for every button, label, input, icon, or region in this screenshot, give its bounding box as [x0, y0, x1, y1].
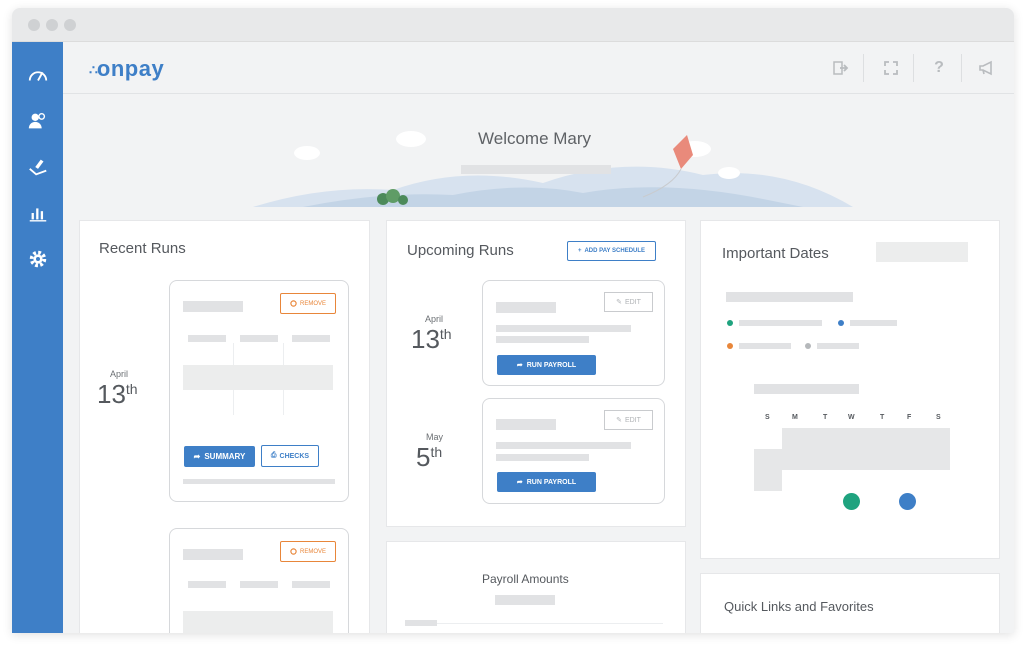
add-pay-schedule-button[interactable]: + ADD PAY SCHEDULE — [567, 241, 656, 261]
announcements-icon[interactable] — [977, 58, 997, 78]
upcoming-date-day: 5th — [416, 442, 443, 472]
calendar-event-blue[interactable] — [899, 493, 916, 510]
expand-icon[interactable] — [881, 58, 901, 78]
upcoming-run-box: ✎ EDIT ➦ RUN PAYROLL — [482, 280, 665, 386]
upcoming-date-month: May — [426, 432, 444, 442]
important-dates-title: Important Dates — [722, 245, 829, 262]
weekday-label: T — [823, 414, 828, 421]
summary-button[interactable]: ➦ SUMMARY — [184, 446, 255, 467]
help-icon[interactable]: ? — [929, 58, 949, 78]
important-dates-card: Important Dates S M T W T F S — [700, 220, 1000, 559]
remove-button[interactable]: REMOVE — [280, 293, 336, 314]
print-icon: ⎙ — [270, 452, 277, 459]
quick-links-title: Quick Links and Favorites — [724, 599, 874, 614]
payroll-amounts-card: Payroll Amounts — [386, 541, 686, 633]
weekday-label: M — [792, 414, 798, 421]
share-arrow-icon: ➦ — [193, 452, 201, 461]
plus-icon: + — [577, 248, 582, 254]
remove-button[interactable]: REMOVE — [280, 541, 336, 562]
welcome-heading: Welcome Mary — [478, 129, 592, 148]
upcoming-date-day: 13th — [411, 324, 452, 354]
logout-icon[interactable] — [831, 58, 851, 78]
recent-runs-card: Recent Runs April 13th REMOVE ➦ SUMMARY ⎙… — [79, 220, 370, 633]
legend-dot-teal — [727, 320, 733, 326]
app-window: ∴onpay ? Welcome Mary Recent Runs April … — [12, 8, 1014, 633]
checks-button[interactable]: ⎙ CHECKS — [261, 445, 319, 467]
reports-chart-icon[interactable] — [25, 200, 50, 225]
weekday-label: S — [765, 414, 770, 421]
weekday-label: S — [936, 414, 941, 421]
calendar-event-teal[interactable] — [843, 493, 860, 510]
legend-dot-blue — [838, 320, 844, 326]
subtitle-placeholder — [461, 165, 611, 174]
upcoming-date-month: April — [425, 314, 444, 324]
onpay-logo[interactable]: ∴onpay — [89, 56, 164, 82]
recent-run-box: REMOVE ➦ SUMMARY ⎙ CHECKS — [169, 280, 349, 502]
window-minimize-dot[interactable] — [46, 19, 58, 31]
quick-links-card: Quick Links and Favorites — [700, 573, 1000, 633]
run-payroll-button[interactable]: ➦ RUN PAYROLL — [497, 355, 596, 375]
recent-runs-title: Recent Runs — [99, 240, 186, 257]
upcoming-run-box: ✎ EDIT ➦ RUN PAYROLL — [482, 398, 665, 504]
remove-icon — [290, 548, 297, 555]
sidebar-nav — [12, 42, 63, 633]
run-date-month: April — [110, 369, 129, 379]
dashboard-gauge-icon[interactable] — [25, 62, 50, 87]
legend-dot-orange — [727, 343, 733, 349]
recent-run-box: REMOVE — [169, 528, 349, 633]
calendar-grid-placeholder — [782, 428, 950, 470]
share-arrow-icon: ➦ — [516, 362, 523, 369]
upcoming-runs-title: Upcoming Runs — [407, 242, 514, 259]
run-date-day: 13th — [97, 379, 138, 409]
window-close-dot[interactable] — [28, 19, 40, 31]
calendar-month-placeholder — [754, 384, 859, 394]
settings-gear-icon[interactable] — [25, 246, 50, 271]
weekday-label: F — [907, 414, 912, 421]
window-zoom-dot[interactable] — [64, 19, 76, 31]
welcome-hero: Welcome Mary — [63, 95, 1014, 215]
window-titlebar — [12, 8, 1014, 42]
top-bar: ∴onpay ? — [63, 42, 1014, 94]
edit-button[interactable]: ✎ EDIT — [604, 292, 653, 312]
share-arrow-icon: ➦ — [516, 479, 523, 486]
payroll-amounts-title: Payroll Amounts — [482, 572, 569, 586]
people-icon[interactable] — [25, 108, 50, 133]
edit-icon: ✎ — [616, 417, 622, 424]
upcoming-runs-card: Upcoming Runs + ADD PAY SCHEDULE April 13… — [386, 220, 686, 527]
edit-button[interactable]: ✎ EDIT — [604, 410, 653, 430]
remove-icon — [290, 300, 297, 307]
payroll-hand-icon[interactable] — [25, 154, 50, 179]
edit-icon: ✎ — [616, 299, 622, 306]
run-payroll-button[interactable]: ➦ RUN PAYROLL — [497, 472, 596, 492]
weekday-label: W — [848, 414, 855, 421]
landscape-illustration — [253, 131, 853, 207]
weekday-label: T — [880, 414, 885, 421]
legend-dot-gray — [805, 343, 811, 349]
